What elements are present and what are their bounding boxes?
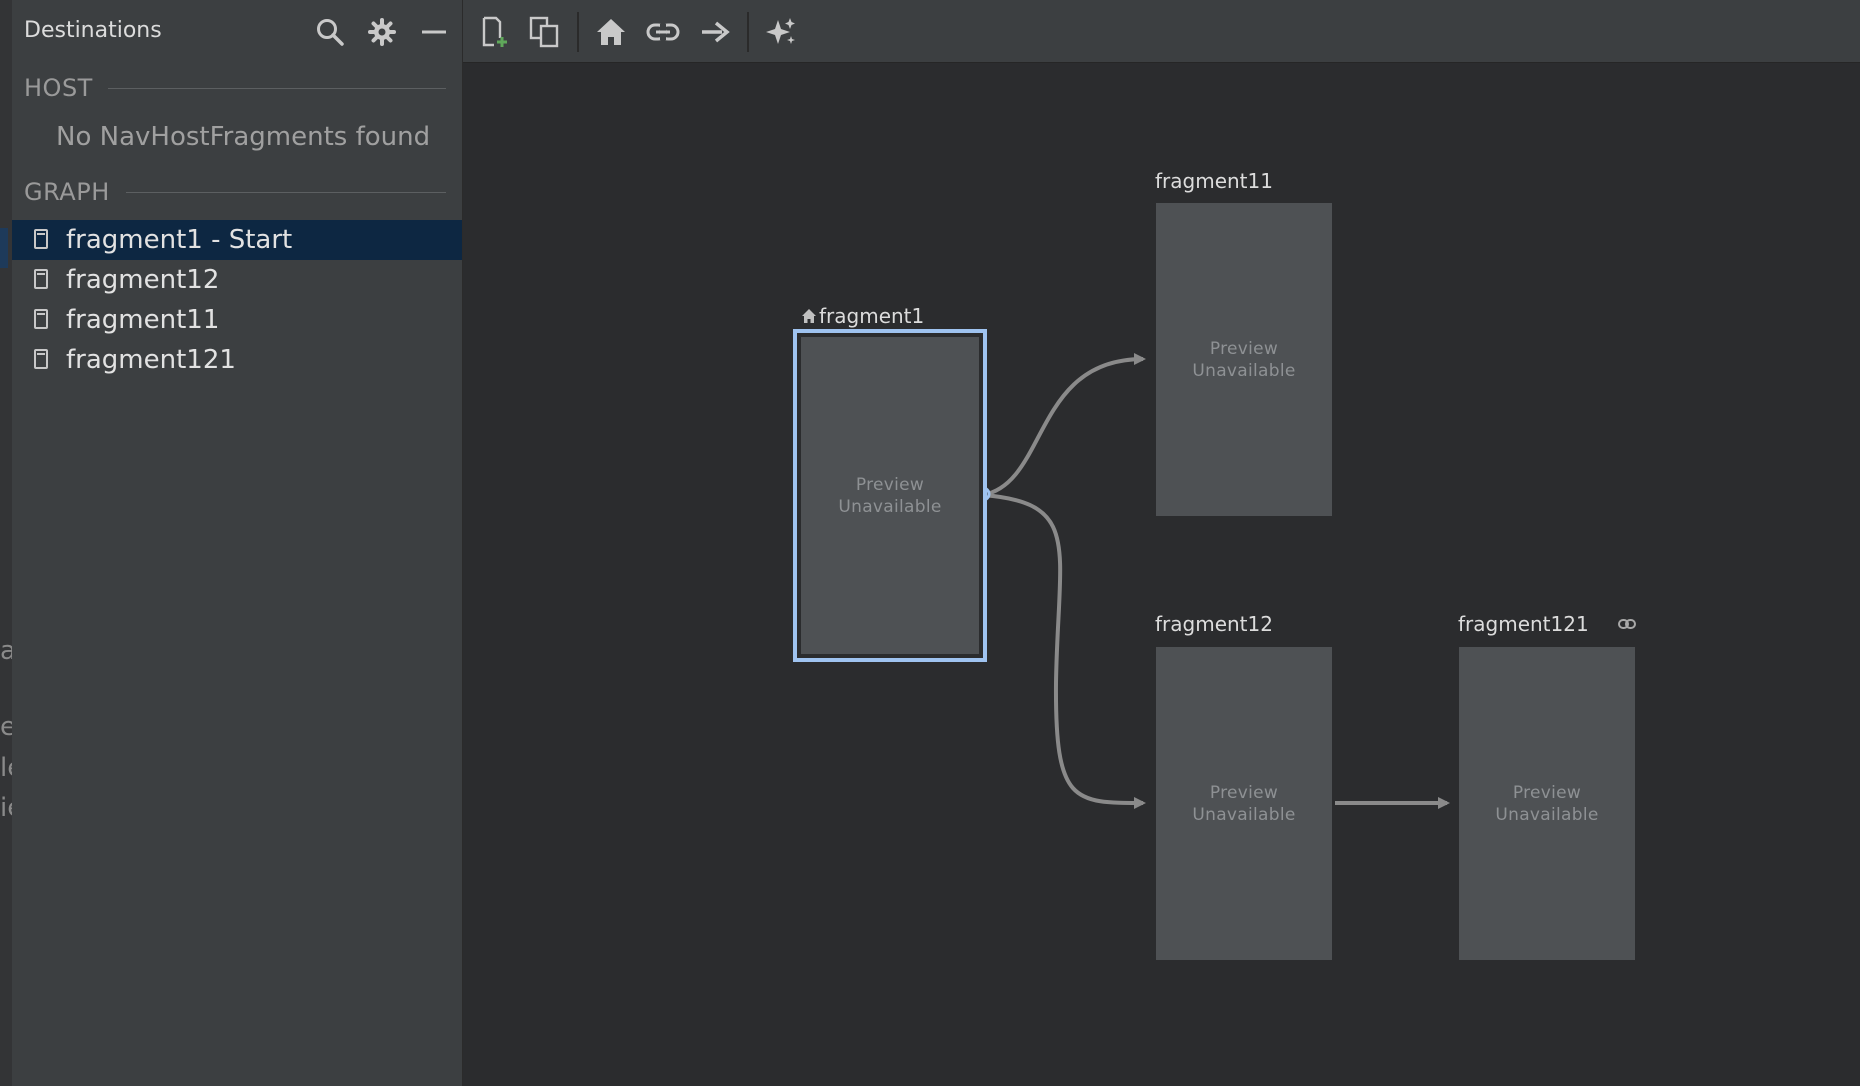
navigation-graph-canvas[interactable]: fragment1 Preview Unavailable fragment11 … — [463, 63, 1860, 1086]
gutter-text: a — [0, 636, 12, 666]
auto-arrange-button[interactable] — [761, 12, 801, 52]
minimize-icon — [422, 30, 446, 34]
destination-item-fragment12[interactable]: fragment12 — [12, 260, 462, 300]
action-arrow-icon — [702, 21, 730, 43]
section-divider — [108, 88, 446, 89]
destination-item-label: fragment121 — [66, 345, 236, 375]
destination-label-fragment11: fragment11 — [1155, 169, 1273, 193]
section-divider — [126, 192, 446, 193]
new-destination-button[interactable] — [475, 12, 515, 52]
action-fragment1-to-fragment11[interactable] — [982, 353, 1146, 497]
add-deep-link-button[interactable] — [643, 12, 683, 52]
destination-card-fragment11[interactable]: Preview Unavailable — [1156, 203, 1332, 516]
fragment-icon — [34, 349, 48, 369]
preview-unavailable-text: Preview Unavailable — [1495, 782, 1599, 825]
new-destination-icon — [482, 16, 507, 47]
gutter-text: e — [0, 712, 12, 742]
destination-item-label: fragment1 - Start — [66, 225, 293, 255]
settings-button[interactable] — [366, 16, 398, 48]
add-action-button[interactable] — [695, 12, 735, 52]
fragment-icon — [34, 309, 48, 329]
auto-arrange-icon — [766, 18, 795, 44]
fragment-icon — [34, 229, 48, 249]
nested-graph-icon — [529, 16, 559, 48]
gutter-text: ie — [0, 793, 12, 823]
host-empty-message: No NavHostFragments found — [56, 122, 431, 152]
graph-section-label: GRAPH — [24, 178, 110, 206]
search-button[interactable] — [314, 16, 346, 48]
toolbar-separator — [747, 12, 749, 52]
destination-card-fragment12[interactable]: Preview Unavailable — [1156, 647, 1332, 960]
panel-title: Destinations — [24, 18, 162, 43]
destination-card-fragment1[interactable]: Preview Unavailable — [793, 329, 987, 662]
nested-graph-button[interactable] — [525, 12, 565, 52]
home-icon — [802, 309, 816, 323]
action-fragment1-to-fragment12[interactable] — [982, 493, 1146, 809]
destination-item-label: fragment12 — [66, 265, 220, 295]
destination-item-fragment11[interactable]: fragment11 — [12, 300, 462, 340]
preview-unavailable-text: Preview Unavailable — [1192, 338, 1296, 381]
gutter-marker — [0, 228, 8, 268]
destinations-panel: Destinations HOST No NavHostFragments fo… — [12, 0, 463, 1086]
destination-item-fragment121[interactable]: fragment121 — [12, 340, 462, 380]
destination-item-label: fragment11 — [66, 305, 220, 335]
start-destination-icon — [597, 19, 625, 45]
preview-unavailable-text: Preview Unavailable — [838, 474, 942, 517]
host-section-label: HOST — [24, 74, 93, 102]
toolbar-separator — [577, 12, 579, 52]
preview-unavailable-text: Preview Unavailable — [1192, 782, 1296, 825]
gutter-text: le — [0, 753, 12, 783]
panel-header: Destinations — [12, 0, 462, 64]
search-icon — [317, 19, 344, 46]
destination-item-fragment1[interactable]: fragment1 - Start — [12, 220, 462, 260]
gear-icon — [368, 18, 396, 46]
fragment-icon — [34, 269, 48, 289]
deep-link-icon — [646, 23, 680, 41]
destination-label-fragment1: fragment1 — [819, 304, 925, 328]
destination-label-fragment121: fragment121 — [1458, 612, 1589, 636]
editor-toolbar — [463, 0, 1860, 63]
destination-label-fragment12: fragment12 — [1155, 612, 1273, 636]
deep-link-icon — [1618, 619, 1636, 629]
hide-panel-button[interactable] — [418, 16, 450, 48]
destination-card-fragment121[interactable]: Preview Unavailable — [1459, 647, 1635, 960]
assign-start-button[interactable] — [591, 12, 631, 52]
